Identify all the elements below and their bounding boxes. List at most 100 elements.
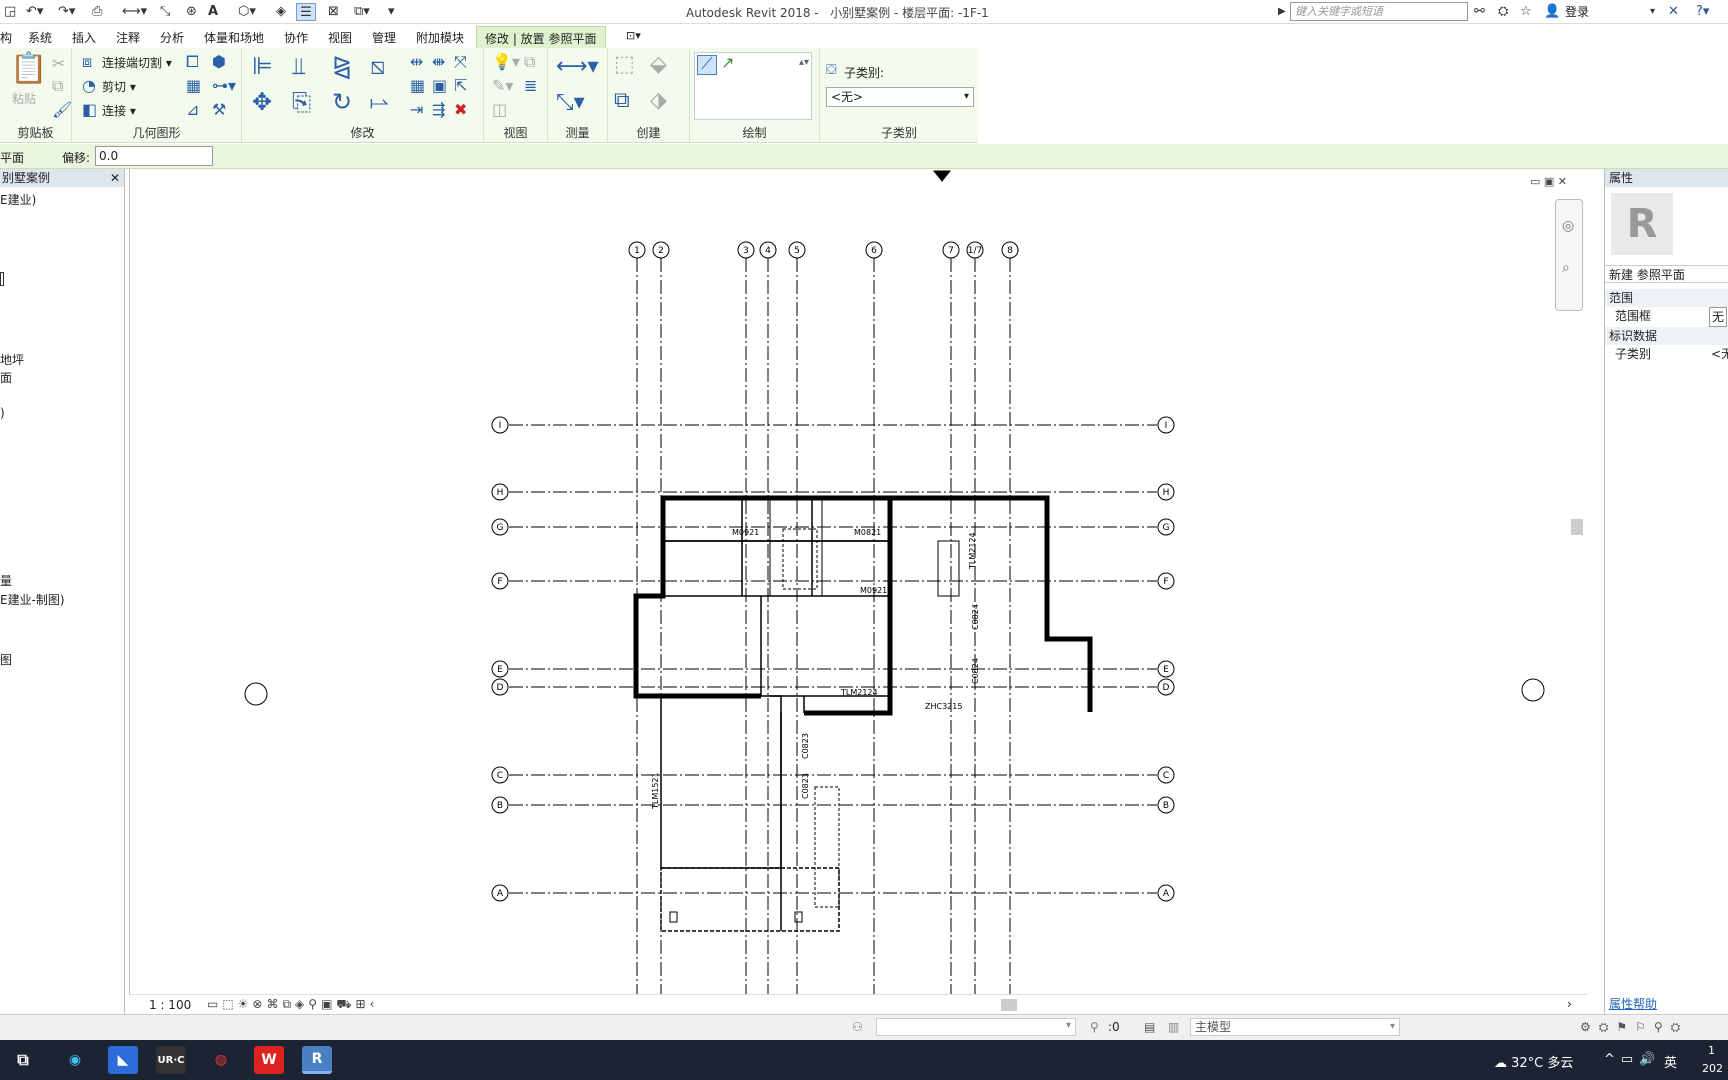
offset-input[interactable]: 0.0: [95, 146, 213, 166]
array-icon[interactable]: ▦: [410, 78, 425, 94]
subcategory-row[interactable]: 子类别 <无: [1605, 345, 1728, 363]
grid-line-horizontal[interactable]: BB: [491, 796, 1175, 814]
trim-single-icon[interactable]: ⇶: [432, 102, 445, 118]
grid-line-horizontal[interactable]: DD: [491, 678, 1175, 696]
redo-icon[interactable]: ↷▾: [58, 3, 75, 21]
urc-icon[interactable]: UR·C: [156, 1046, 186, 1074]
unpin-icon[interactable]: ⇱: [454, 78, 467, 94]
elevation-markers[interactable]: [244, 170, 1545, 706]
browser-expand-icon[interactable]: [0, 272, 4, 286]
cut-geometry-icon[interactable]: ◔: [82, 78, 96, 94]
binoculars-icon[interactable]: ⚯: [1474, 3, 1485, 21]
login-button[interactable]: 登录: [1565, 3, 1589, 20]
vertical-scrollbar[interactable]: [1571, 519, 1583, 535]
view-control-icons[interactable]: ▭⬚☀⊗⌘⧉◈⚲▣⛟⊞‹: [207, 997, 378, 1013]
switch-windows-icon[interactable]: ⧉▾: [354, 3, 370, 21]
hammer-icon[interactable]: ⚒: [212, 102, 226, 118]
move-icon[interactable]: ✥: [252, 90, 272, 114]
scroll-right-icon[interactable]: ›: [1567, 997, 1572, 1011]
design-options-icon[interactable]: ▥: [1168, 1020, 1179, 1034]
dimension-qa-icon[interactable]: ⤡: [160, 3, 170, 21]
user-icon[interactable]: 👤: [1544, 3, 1560, 21]
join-cut-icon[interactable]: ⧈: [82, 54, 92, 70]
copy-icon[interactable]: ⧉: [52, 78, 63, 94]
editing-requests-icon[interactable]: ▤: [1144, 1020, 1155, 1034]
scale-icon[interactable]: ▣: [432, 78, 447, 94]
override-graphics-icon[interactable]: ⧉: [524, 54, 535, 70]
print-icon[interactable]: ⎙: [92, 3, 102, 21]
tab-systems[interactable]: 系统: [28, 29, 52, 46]
mirror-draw-icon[interactable]: ⧅: [370, 54, 385, 78]
tab-modify-place-ref-plane[interactable]: 修改 | 放置 参照平面: [476, 26, 606, 48]
grid-line-horizontal[interactable]: EE: [491, 660, 1175, 678]
app-menu-icon[interactable]: ◲: [4, 3, 16, 21]
tab-analyze[interactable]: 分析: [160, 29, 184, 46]
delete-icon[interactable]: ✖: [454, 102, 467, 118]
exchange-icon[interactable]: ✕: [1668, 3, 1679, 21]
paint-icon[interactable]: ▦: [186, 78, 201, 94]
grid-line-horizontal[interactable]: AA: [491, 884, 1175, 902]
text-qa-icon[interactable]: A: [208, 3, 218, 21]
horizontal-scrollbar[interactable]: [1001, 999, 1017, 1011]
join-geometry-button[interactable]: 连接 ▾: [102, 102, 136, 119]
app-icon[interactable]: ◣: [108, 1046, 138, 1074]
browser-item[interactable]: E建业): [0, 191, 36, 208]
match-type-icon[interactable]: 🖌: [52, 102, 72, 118]
cut-geometry-button[interactable]: 剪切 ▾: [102, 78, 136, 95]
remove-paint-icon[interactable]: ⊶▾: [212, 78, 236, 94]
cut-icon[interactable]: ✂: [52, 56, 65, 72]
browser-item[interactable]: 地坪: [0, 351, 24, 368]
tag-qa-icon[interactable]: ⊛: [186, 3, 197, 21]
thin-line-icon[interactable]: ≣: [524, 78, 537, 94]
tab-addins[interactable]: 附加模块: [416, 29, 464, 46]
scope-box-value[interactable]: 无: [1709, 307, 1728, 327]
grid-line-vertical[interactable]: 4: [759, 241, 777, 994]
drawing-canvas[interactable]: 1 2 3 4 5 6 7 1/7 8 IIHHGGFFEEDDCCBBAA M0921: [129, 169, 1587, 1014]
paste-button[interactable]: 粘贴: [12, 90, 36, 107]
tab-insert[interactable]: 插入: [72, 29, 96, 46]
edge-icon[interactable]: ◉: [60, 1046, 90, 1074]
subcategory-select[interactable]: <无> ▾: [826, 87, 974, 107]
tab-annotate[interactable]: 注释: [116, 29, 140, 46]
wps-icon[interactable]: W: [254, 1046, 284, 1074]
undo-icon[interactable]: ↶▾: [26, 3, 43, 21]
navigation-bar[interactable]: ◎ ⌕: [1555, 199, 1583, 311]
customize-qa-icon[interactable]: ▾: [388, 3, 395, 21]
browser-item[interactable]: 面: [0, 369, 12, 386]
scope-box-row[interactable]: 范围框无: [1605, 307, 1728, 327]
grid-line-horizontal[interactable]: GG: [491, 518, 1175, 536]
login-dropdown-icon[interactable]: ▾: [1650, 3, 1655, 21]
grid-line-vertical[interactable]: 3: [737, 241, 755, 994]
clock-time[interactable]: 1: [1708, 1044, 1715, 1057]
grid-line-vertical[interactable]: 6: [865, 241, 883, 994]
create-parts-icon[interactable]: ⬙: [650, 54, 667, 76]
wall-joins-icon[interactable]: ⧠: [186, 54, 199, 70]
favorites-star-icon[interactable]: ☆: [1520, 3, 1532, 21]
subscription-icon[interactable]: ⛭: [1498, 3, 1508, 21]
subcategory-prop-value[interactable]: <无: [1711, 345, 1728, 363]
tab-massing-site[interactable]: 体量和场地: [204, 29, 264, 46]
filter-icon[interactable]: ⚲: [1090, 1020, 1099, 1034]
view-filter-icon[interactable]: ◫: [492, 102, 507, 118]
measure-icon[interactable]: ⟷▾: [556, 56, 599, 78]
create-similar-icon[interactable]: ⬗: [650, 90, 667, 112]
split-gap-icon[interactable]: ⇼: [432, 54, 445, 70]
properties-help-link[interactable]: 属性帮助: [1609, 995, 1657, 1012]
draw-line-icon[interactable]: ⟋: [697, 55, 717, 75]
mirror-axis-icon[interactable]: ⧎: [332, 54, 352, 78]
rotate-icon[interactable]: ↻: [332, 90, 352, 114]
tray-icons[interactable]: ^▭🔊: [1604, 1052, 1661, 1067]
tab-manage[interactable]: 管理: [372, 29, 396, 46]
grid-line-vertical[interactable]: 7: [942, 241, 960, 994]
help-icon[interactable]: ?▾: [1696, 3, 1709, 21]
clock-date[interactable]: 202: [1702, 1062, 1723, 1075]
close-browser-icon[interactable]: ✕: [110, 169, 120, 187]
tab-structure[interactable]: 构: [0, 29, 12, 46]
linework-icon[interactable]: ✎▾: [492, 78, 513, 94]
view-window-controls[interactable]: ▭ ▣ ✕: [1530, 175, 1567, 188]
zoom-icon[interactable]: ⌕: [1562, 260, 1570, 276]
trim-extend-icon[interactable]: ⥛: [370, 90, 389, 114]
grid-line-vertical[interactable]: 5: [788, 241, 806, 994]
copy-element-icon[interactable]: ⎘: [292, 90, 311, 114]
status-toggle-icons[interactable]: ⚙⛭⚑⚐⚲⛭: [1580, 1020, 1688, 1035]
